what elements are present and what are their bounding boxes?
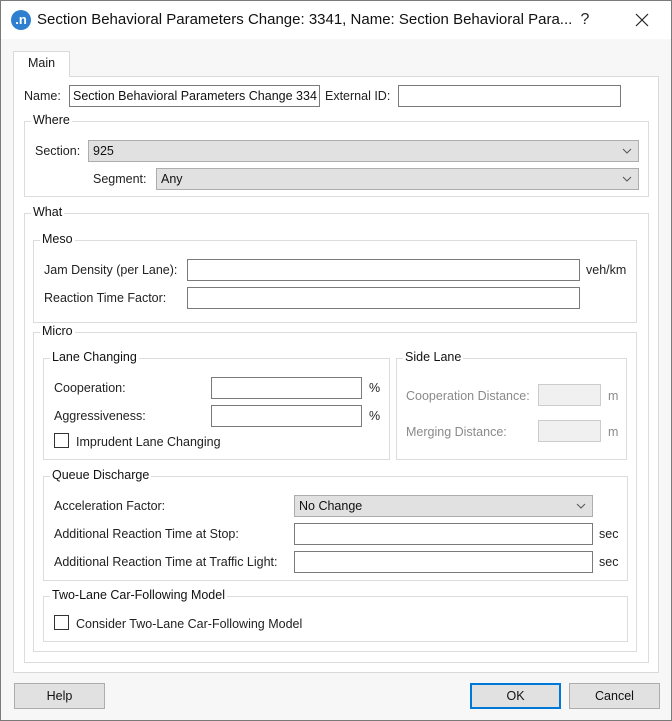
what-title: What: [31, 205, 65, 219]
acceleration-factor-label: Acceleration Factor:: [54, 499, 166, 513]
side-lane-title: Side Lane: [403, 350, 464, 364]
where-title: Where: [31, 113, 72, 127]
queue-discharge-group: Queue Discharge Acceleration Factor: No …: [43, 468, 628, 581]
cooperation-distance-unit: m: [608, 389, 619, 403]
aggressiveness-unit: %: [369, 409, 381, 423]
name-input[interactable]: Section Behavioral Parameters Change 334: [69, 85, 320, 107]
queue-discharge-title: Queue Discharge: [50, 468, 152, 482]
merging-distance-unit: m: [608, 425, 619, 439]
meso-group: Meso Jam Density (per Lane): veh/km Reac…: [33, 232, 637, 323]
external-id-label: External ID:: [325, 89, 391, 103]
cooperation-label: Cooperation:: [54, 381, 126, 395]
section-value: 925: [93, 144, 114, 158]
acceleration-factor-dropdown[interactable]: No Change: [294, 495, 593, 517]
segment-label: Segment:: [93, 172, 147, 186]
ok-button[interactable]: OK: [470, 683, 561, 709]
reaction-light-label: Additional Reaction Time at Traffic Ligh…: [54, 555, 278, 569]
close-icon: [635, 13, 649, 27]
app-logo-icon: .n: [11, 10, 31, 30]
section-dropdown[interactable]: 925: [88, 140, 639, 162]
jam-density-label: Jam Density (per Lane):: [44, 263, 178, 277]
aggressiveness-label: Aggressiveness:: [54, 409, 146, 423]
cooperation-distance-label: Cooperation Distance:: [406, 389, 530, 403]
where-group: Where Section: 925 Segment: Any: [24, 113, 649, 197]
merging-distance-input[interactable]: [538, 420, 601, 442]
external-id-input[interactable]: [398, 85, 621, 107]
close-button[interactable]: [627, 7, 657, 33]
chevron-down-icon: [622, 148, 632, 154]
micro-title: Micro: [40, 324, 75, 338]
reaction-stop-input[interactable]: [294, 523, 593, 545]
imprudent-lane-changing-checkbox[interactable]: [54, 433, 69, 448]
reaction-time-factor-label: Reaction Time Factor:: [44, 291, 167, 305]
jam-density-input[interactable]: [187, 259, 580, 281]
side-lane-group: Side Lane Cooperation Distance: m Mergin…: [396, 350, 627, 460]
window-title: Section Behavioral Parameters Change: 33…: [37, 11, 573, 28]
reaction-time-factor-input[interactable]: [187, 287, 580, 309]
acceleration-factor-value: No Change: [299, 499, 363, 513]
cooperation-distance-input[interactable]: [538, 384, 601, 406]
segment-value: Any: [161, 172, 183, 186]
what-group: What Meso Jam Density (per Lane): veh/km…: [24, 205, 649, 663]
section-label: Section:: [35, 144, 81, 158]
reaction-light-unit: sec: [599, 555, 619, 569]
reaction-stop-unit: sec: [599, 527, 619, 541]
help-question-button[interactable]: ?: [573, 9, 597, 31]
title-bar: .n Section Behavioral Parameters Change:…: [1, 1, 671, 39]
aggressiveness-input[interactable]: [211, 405, 362, 427]
segment-dropdown[interactable]: Any: [156, 168, 639, 190]
two-lane-title: Two-Lane Car-Following Model: [50, 588, 227, 602]
meso-title: Meso: [40, 232, 75, 246]
chevron-down-icon: [622, 176, 632, 182]
chevron-down-icon: [576, 503, 586, 509]
tab-pane-main: Name: Section Behavioral Parameters Chan…: [13, 76, 659, 673]
lane-changing-title: Lane Changing: [50, 350, 139, 364]
tab-main[interactable]: Main: [13, 51, 70, 77]
name-label: Name:: [24, 89, 61, 103]
dialog-window: .n Section Behavioral Parameters Change:…: [0, 0, 672, 721]
reaction-light-input[interactable]: [294, 551, 593, 573]
lane-changing-group: Lane Changing Cooperation: % Aggressiven…: [43, 350, 390, 460]
cooperation-unit: %: [369, 381, 381, 395]
help-button[interactable]: Help: [14, 683, 105, 709]
two-lane-group: Two-Lane Car-Following Model Consider Tw…: [43, 588, 628, 642]
cancel-button[interactable]: Cancel: [569, 683, 660, 709]
reaction-stop-label: Additional Reaction Time at Stop:: [54, 527, 239, 541]
dialog-content: Main Name: Section Behavioral Parameters…: [1, 39, 671, 720]
merging-distance-label: Merging Distance:: [406, 425, 507, 439]
consider-two-lane-checkbox[interactable]: [54, 615, 69, 630]
micro-group: Micro Lane Changing Cooperation: % Aggre…: [33, 324, 637, 652]
consider-two-lane-label: Consider Two-Lane Car-Following Model: [76, 617, 303, 631]
imprudent-lane-changing-label: Imprudent Lane Changing: [76, 435, 221, 449]
cooperation-input[interactable]: [211, 377, 362, 399]
jam-density-unit: veh/km: [586, 263, 627, 277]
